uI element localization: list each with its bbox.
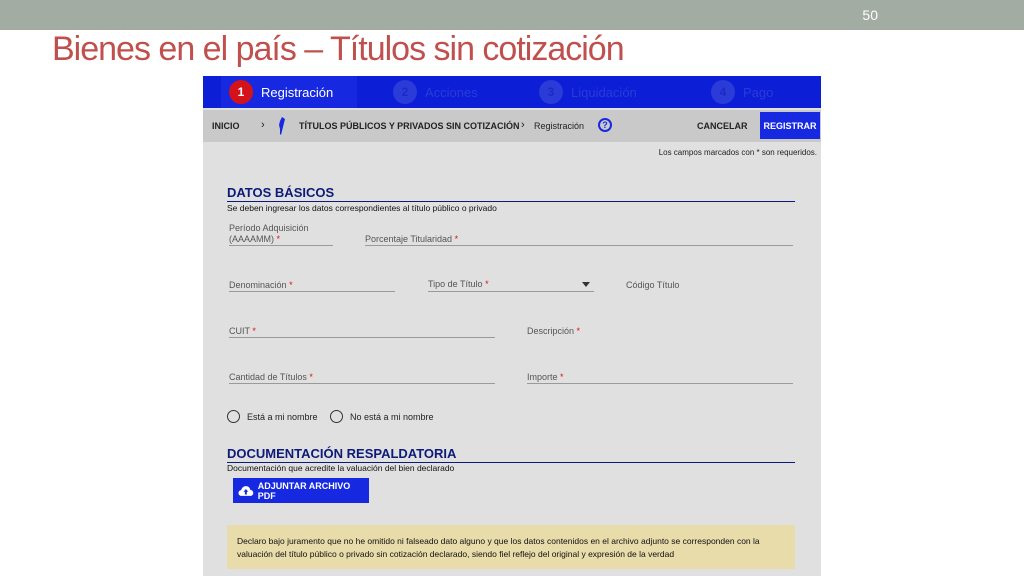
label-text: Cantidad de Títulos (229, 372, 307, 382)
required-mark: * (276, 234, 281, 244)
cuit-label: CUIT * (229, 326, 256, 337)
periodo-adquisicion-label: Período Adquisición (AAAAMM) * (229, 223, 309, 245)
section-title-datos-basicos: DATOS BÁSICOS (227, 185, 335, 200)
help-icon[interactable]: ? (598, 118, 612, 132)
cantidad-titulos-label: Cantidad de Títulos * (229, 372, 313, 383)
sworn-declaration-text: Declaro bajo juramento que no he omitido… (227, 525, 795, 569)
step-pago[interactable]: 4 Pago (703, 76, 773, 108)
argentina-map-icon (279, 117, 285, 135)
tipo-titulo-select[interactable] (428, 291, 594, 292)
step-liquidacion[interactable]: 3 Liquidación (531, 76, 637, 108)
step-number: 3 (539, 80, 563, 104)
tipo-titulo-label: Tipo de Título * (428, 279, 489, 290)
attach-pdf-button[interactable]: ADJUNTAR ARCHIVO PDF (233, 478, 369, 503)
register-button[interactable]: REGISTRAR (760, 112, 820, 139)
denominacion-label: Denominación * (229, 280, 293, 291)
breadcrumb-separator: › (261, 119, 265, 131)
required-mark: * (576, 326, 581, 336)
step-label: Liquidación (571, 84, 637, 100)
radio-a-mi-nombre[interactable] (227, 410, 240, 423)
porcentaje-titularidad-input[interactable] (365, 245, 793, 246)
slide-title: Bienes en el país – Títulos sin cotizaci… (52, 30, 625, 68)
step-number: 4 (711, 80, 735, 104)
denominacion-input[interactable] (229, 291, 395, 292)
step-registracion[interactable]: 1 Registración (221, 76, 357, 108)
cuit-input[interactable] (229, 337, 495, 338)
section-title-documentacion: DOCUMENTACIÓN RESPALDATORIA (227, 446, 457, 461)
required-mark: * (454, 234, 459, 244)
codigo-titulo-label: Código Título (626, 280, 680, 290)
label-text: (AAAAMM) (229, 234, 274, 244)
label-text: Descripción (527, 326, 575, 336)
radio-label-no-a-mi-nombre: No está a mi nombre (350, 412, 434, 422)
importe-label: Importe * (527, 372, 564, 383)
label-text: Tipo de Título (428, 279, 483, 289)
step-number: 2 (393, 80, 417, 104)
breadcrumb-separator: › (521, 119, 525, 131)
required-mark: * (560, 372, 564, 382)
required-mark: * (485, 279, 489, 289)
attach-pdf-label: ADJUNTAR ARCHIVO PDF (257, 480, 351, 501)
breadcrumb-section[interactable]: TÍTULOS PÚBLICOS Y PRIVADOS SIN COTIZACI… (299, 121, 520, 131)
breadcrumb-home[interactable]: INICIO (212, 121, 240, 131)
form-screenshot: 1 Registración 2 Acciones 3 Liquidación … (203, 76, 821, 576)
section-divider (227, 201, 795, 202)
descripcion-label: Descripción * (527, 326, 580, 337)
required-mark: * (309, 372, 313, 382)
wizard-stepper: 1 Registración 2 Acciones 3 Liquidación … (203, 76, 821, 108)
periodo-adquisicion-input[interactable] (229, 245, 333, 246)
section-subtitle: Documentación que acredite la valuación … (227, 463, 455, 473)
breadcrumb-current: Registración (534, 121, 585, 131)
cantidad-titulos-input[interactable] (229, 383, 495, 384)
label-text: Período Adquisición (229, 223, 309, 233)
cloud-upload-icon (238, 485, 254, 496)
breadcrumb-toolbar: INICIO › TÍTULOS PÚBLICOS Y PRIVADOS SIN… (203, 110, 821, 142)
label-text: Porcentaje Titularidad (365, 234, 453, 244)
step-label: Acciones (425, 84, 478, 100)
chevron-down-icon[interactable] (582, 282, 590, 287)
label-text: Denominación (229, 280, 287, 290)
step-label: Registración (261, 84, 334, 100)
section-subtitle: Se deben ingresar los datos correspondie… (227, 203, 497, 213)
label-text: Importe (527, 372, 558, 382)
required-fields-note: Los campos marcados con * son requeridos… (658, 148, 817, 157)
cancel-button[interactable]: CANCELAR (697, 121, 748, 131)
step-number: 1 (229, 80, 253, 104)
required-mark: * (289, 280, 293, 290)
step-acciones[interactable]: 2 Acciones (385, 76, 478, 108)
porcentaje-titularidad-label: Porcentaje Titularidad * (365, 234, 458, 245)
slide-number: 50 (862, 7, 878, 23)
radio-label-a-mi-nombre: Está a mi nombre (247, 412, 318, 422)
radio-no-a-mi-nombre[interactable] (330, 410, 343, 423)
importe-input[interactable] (527, 383, 793, 384)
step-label: Pago (743, 84, 774, 100)
required-mark: * (252, 326, 256, 336)
label-text: CUIT (229, 326, 250, 336)
